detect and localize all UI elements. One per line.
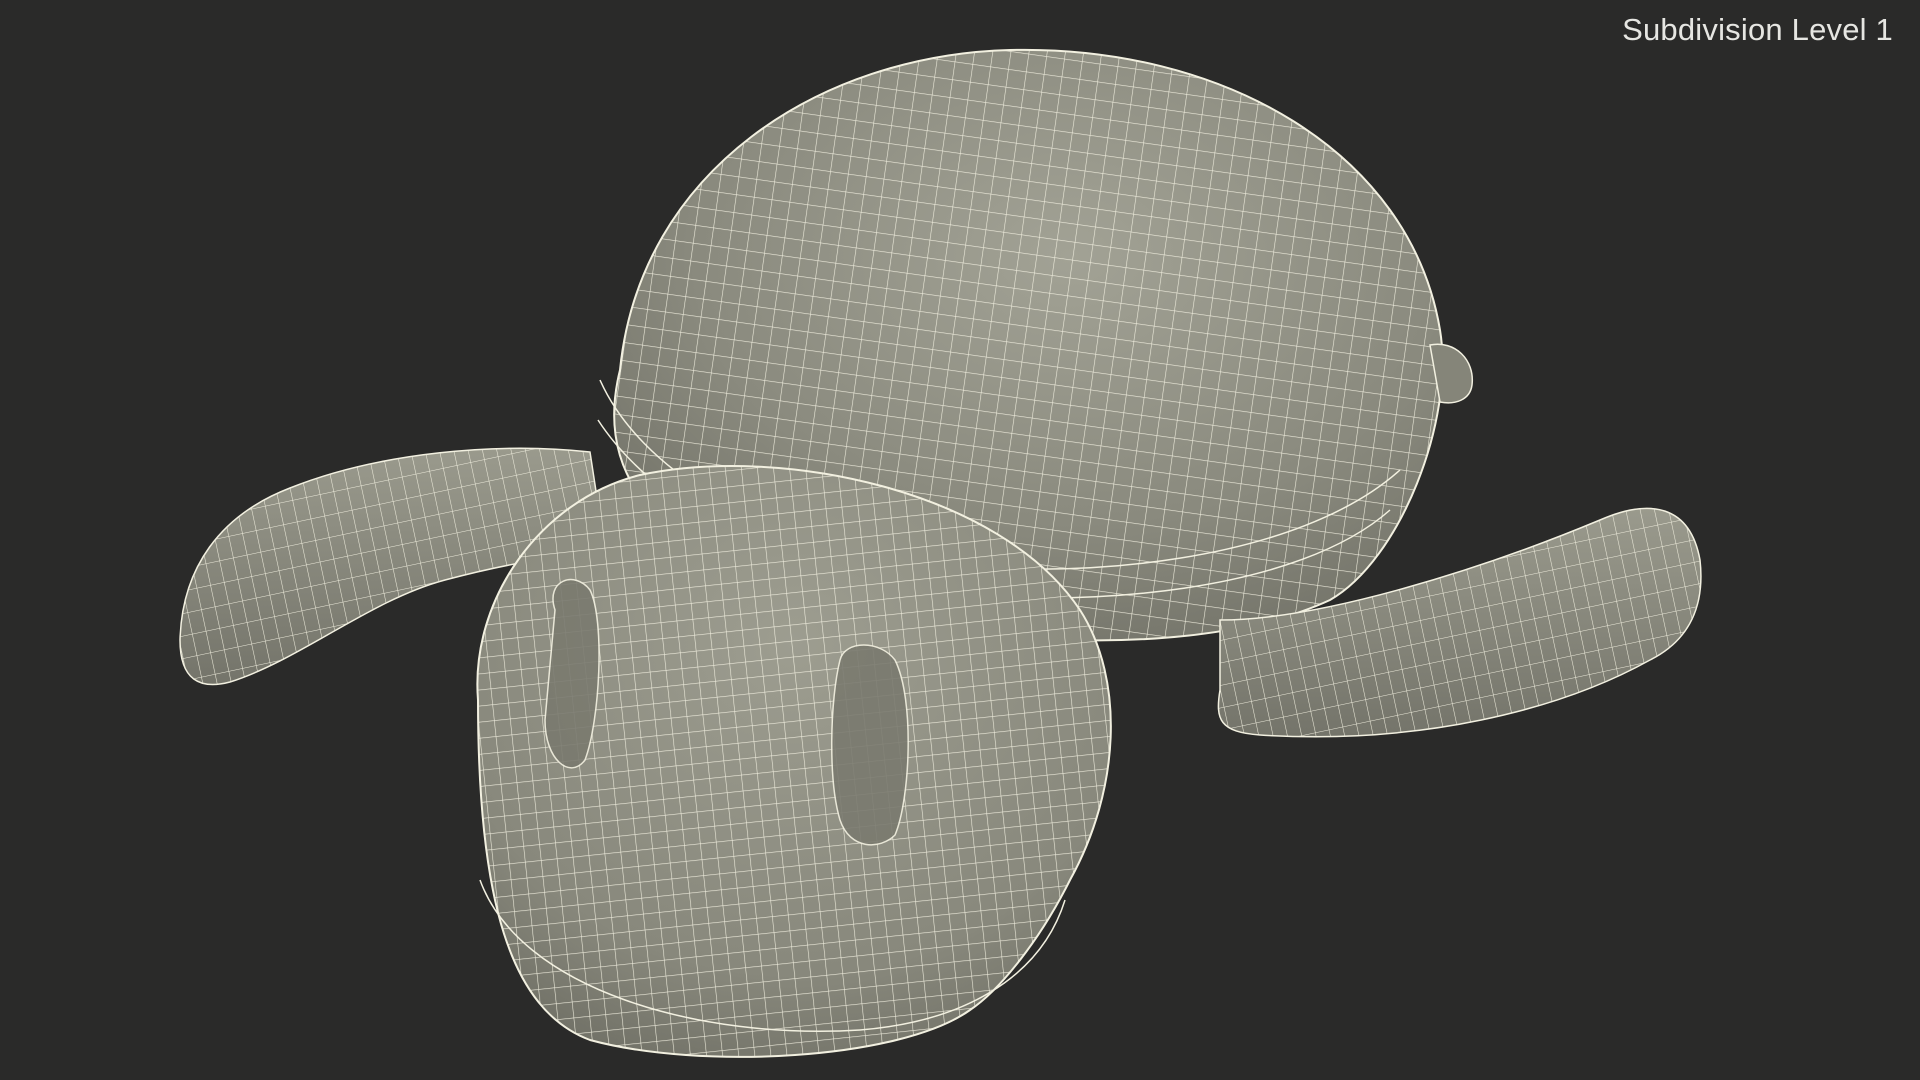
viewport-canvas[interactable]: Subdivision Level 1 <box>0 0 1920 1080</box>
wireframe-model[interactable] <box>0 0 1920 1080</box>
subdivision-level-label: Subdivision Level 1 <box>1622 12 1893 47</box>
